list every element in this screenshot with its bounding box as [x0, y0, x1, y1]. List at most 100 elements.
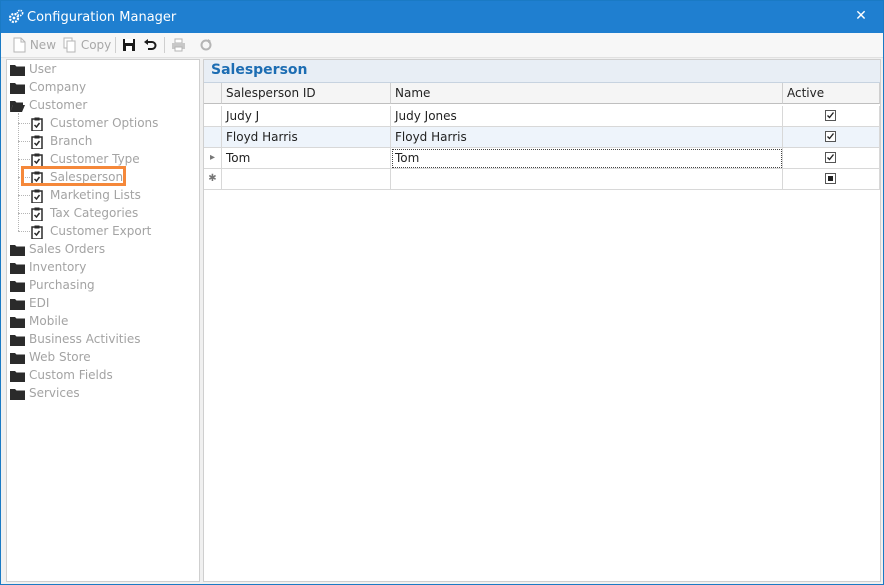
tree-item-label: Customer Options: [50, 116, 159, 130]
folder-closed-icon: [10, 299, 25, 310]
window-title: Configuration Manager: [27, 10, 177, 25]
tree-item-label: Tax Categories: [50, 206, 139, 220]
folder-closed-icon: [10, 65, 25, 76]
cell-name[interactable]: [391, 169, 783, 190]
folder-closed-icon: [10, 263, 25, 274]
cell-name[interactable]: Judy Jones: [391, 106, 783, 127]
cell-active[interactable]: [783, 106, 880, 127]
salesperson-panel: Salesperson Salesperson ID Name Active J…: [203, 59, 881, 582]
tree-item-label: Services: [29, 386, 80, 400]
table-row[interactable]: ▸ Tom Tom: [204, 148, 880, 169]
panel-title: Salesperson: [211, 62, 308, 78]
column-header-active[interactable]: Active: [783, 83, 880, 104]
tree-item-label: Company: [29, 80, 87, 94]
refresh-button[interactable]: [199, 37, 213, 53]
panel-header: Salesperson: [204, 60, 880, 83]
close-button[interactable]: ✕: [847, 5, 875, 27]
tree-item-label: Purchasing: [29, 278, 95, 292]
tree-item-label: Marketing Lists: [50, 188, 141, 202]
active-checkbox-indeterminate[interactable]: [825, 173, 836, 184]
toolbar: New Copy: [1, 33, 883, 58]
checkmark-icon: [827, 154, 835, 161]
checkmark-icon: [827, 133, 835, 140]
tree-item-label: Sales Orders: [29, 242, 106, 256]
tree-item-label: Web Store: [29, 350, 91, 364]
tree-item-label: Branch: [50, 134, 93, 148]
tree-item-label: Mobile: [29, 314, 69, 328]
active-checkbox[interactable]: [825, 131, 836, 142]
copy-icon: [63, 37, 76, 53]
new-button[interactable]: New: [13, 37, 56, 53]
folder-closed-icon: [10, 83, 25, 94]
cell-active[interactable]: [783, 148, 880, 169]
printer-icon: [172, 38, 185, 52]
folder-open-icon: [10, 101, 25, 112]
folder-closed-icon: [10, 245, 25, 256]
tree-connector: [18, 159, 30, 160]
new-row[interactable]: ✱: [204, 169, 880, 190]
tree-item-label: Business Activities: [29, 332, 141, 346]
clipboard-icon: [31, 117, 43, 131]
tree-item-label: Customer: [29, 98, 88, 112]
folder-closed-icon: [10, 335, 25, 346]
title-bar[interactable]: Configuration Manager ✕: [1, 1, 883, 33]
folder-closed-icon: [10, 371, 25, 382]
tree-item-label: Custom Fields: [29, 368, 113, 382]
tree-item-label: Customer Export: [50, 224, 152, 238]
cell-salesperson-id[interactable]: [222, 169, 391, 190]
row-header-corner: [204, 83, 222, 104]
cell-active[interactable]: [783, 169, 880, 190]
folder-closed-icon: [10, 281, 25, 292]
cell-salesperson-id[interactable]: Tom: [222, 148, 391, 169]
cell-active[interactable]: [783, 127, 880, 148]
tree-connector: [18, 231, 30, 232]
checkmark-icon: [827, 112, 835, 119]
copy-button-label: Copy: [80, 38, 112, 52]
undo-icon: [144, 39, 157, 50]
current-row-indicator-icon[interactable]: ▸: [204, 148, 222, 169]
tree-connector: [18, 123, 30, 124]
clipboard-icon: [31, 225, 43, 239]
indeterminate-icon: [828, 176, 833, 181]
grid-header-row: Salesperson ID Name Active: [204, 83, 880, 104]
new-row-indicator-icon[interactable]: ✱: [204, 169, 222, 190]
cell-name[interactable]: Floyd Harris: [391, 127, 783, 148]
clipboard-icon: [31, 153, 43, 167]
tree-item-label: Inventory: [29, 260, 87, 274]
save-icon: [123, 39, 135, 51]
folder-closed-icon: [10, 353, 25, 364]
clipboard-icon: [31, 189, 43, 203]
active-checkbox[interactable]: [825, 152, 836, 163]
active-checkbox[interactable]: [825, 110, 836, 121]
copy-button[interactable]: Copy: [63, 37, 111, 53]
tree-connector: [18, 141, 30, 142]
cell-name[interactable]: Tom: [391, 148, 783, 169]
table-row[interactable]: Floyd Harris Floyd Harris: [204, 127, 880, 148]
gears-icon: [8, 9, 24, 24]
column-header-salesperson-id[interactable]: Salesperson ID: [222, 83, 391, 104]
row-header[interactable]: [204, 106, 222, 127]
table-row[interactable]: Judy J Judy Jones: [204, 106, 880, 127]
toolbar-separator: [115, 37, 116, 53]
cell-salesperson-id[interactable]: Floyd Harris: [222, 127, 391, 148]
save-button[interactable]: [122, 37, 136, 53]
folder-closed-icon: [10, 389, 25, 400]
navigation-tree: User Company Customer Customer Options B…: [6, 59, 200, 582]
cell-salesperson-id[interactable]: Judy J: [222, 106, 391, 127]
print-button[interactable]: [171, 37, 186, 53]
configuration-manager-window: Configuration Manager ✕ New Copy User Co…: [0, 0, 884, 585]
row-header[interactable]: [204, 127, 222, 148]
undo-button[interactable]: [143, 37, 157, 53]
new-document-icon: [13, 37, 26, 53]
selection-highlight: [21, 166, 126, 186]
tree-connector: [18, 195, 30, 196]
tree-item-label: User: [29, 62, 57, 76]
folder-closed-icon: [10, 317, 25, 328]
new-button-label: New: [29, 38, 57, 52]
clipboard-icon: [31, 135, 43, 149]
tree-item-label: EDI: [29, 296, 50, 310]
toolbar-separator: [164, 37, 165, 53]
clipboard-icon: [31, 207, 43, 221]
column-header-name[interactable]: Name: [391, 83, 783, 104]
tree-connector: [18, 213, 30, 214]
